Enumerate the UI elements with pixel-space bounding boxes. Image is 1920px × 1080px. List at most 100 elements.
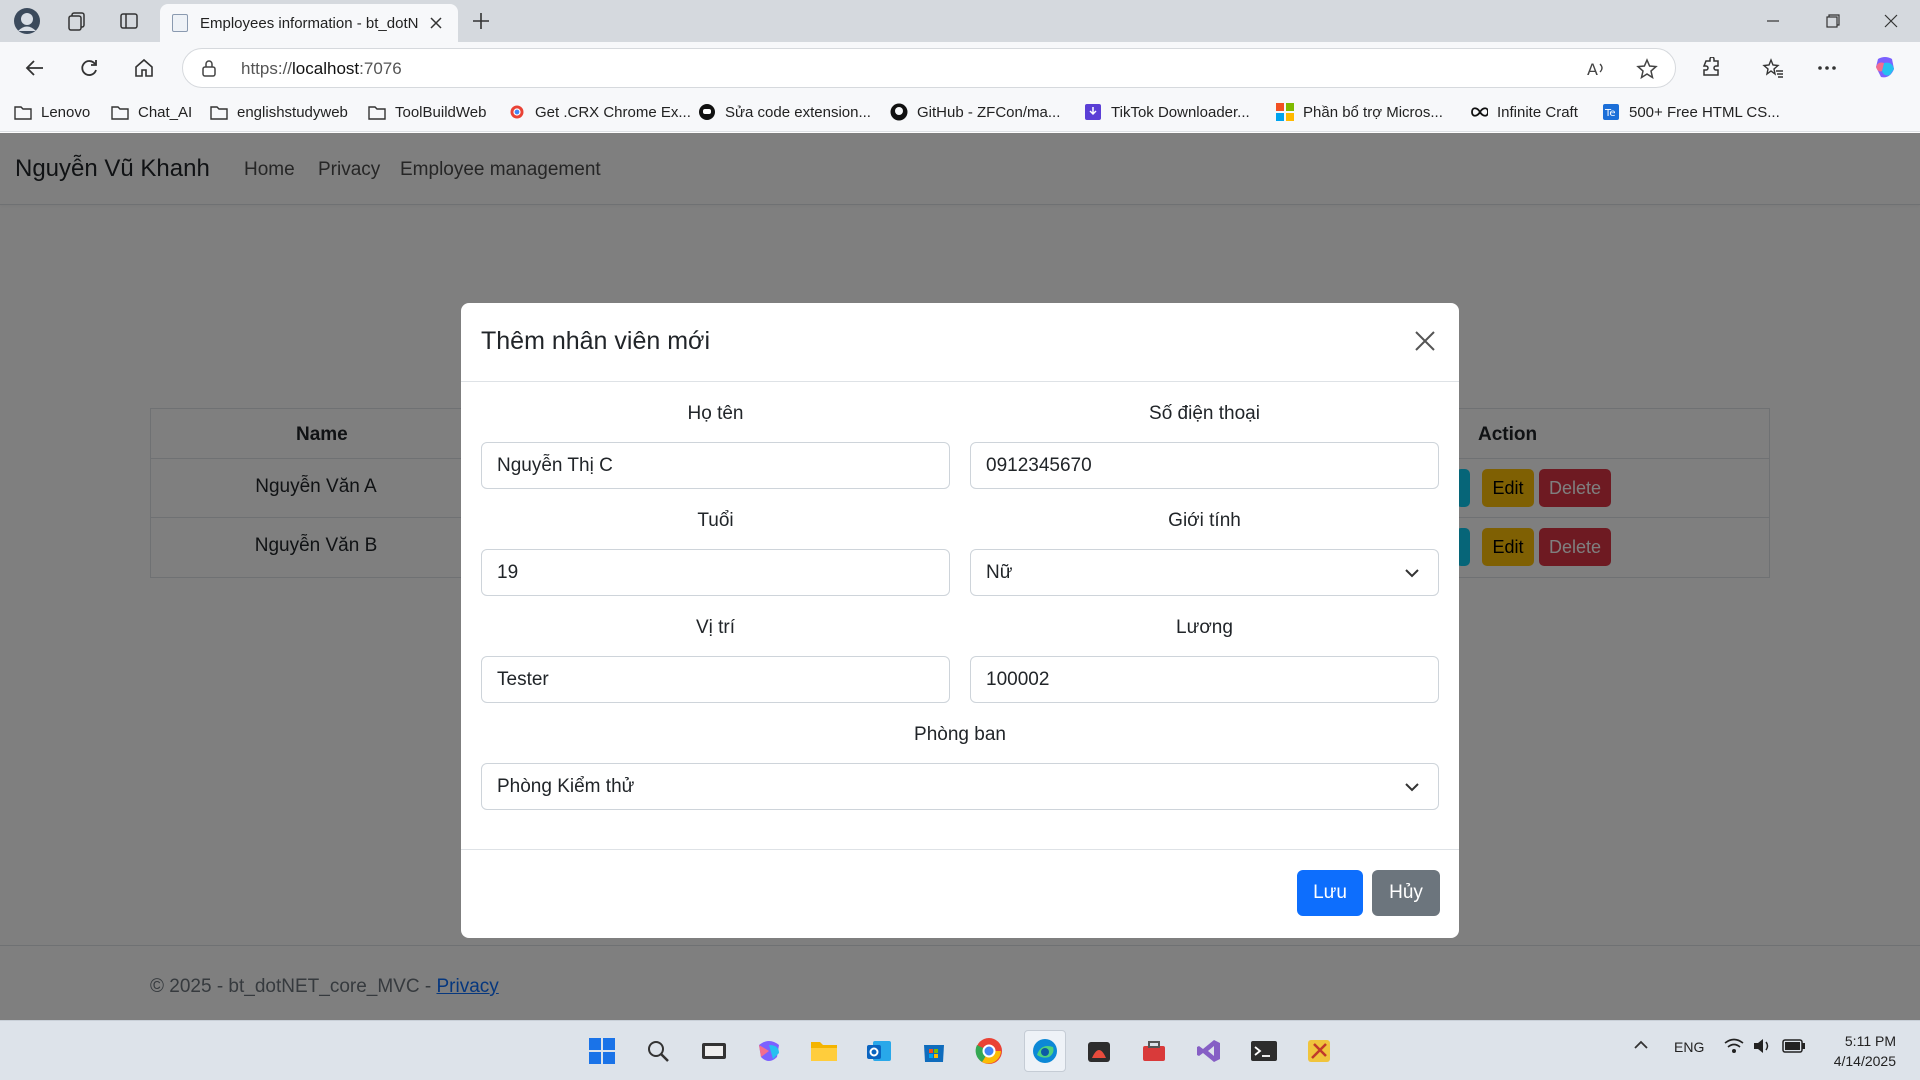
profile-avatar-icon[interactable] xyxy=(12,6,42,36)
back-icon[interactable] xyxy=(18,51,52,85)
collections-icon[interactable] xyxy=(62,6,92,36)
bookmark-label: TikTok Downloader... xyxy=(1111,103,1250,121)
bookmark-label: Chat_AI xyxy=(138,103,193,121)
department-field: Phòng ban Phòng Kiểm thử xyxy=(481,724,1439,810)
name-input[interactable]: Nguyễn Thị C xyxy=(481,442,950,489)
phone-field: Số điện thoại 0912345670 xyxy=(970,403,1439,489)
battery-icon[interactable] xyxy=(1782,1039,1806,1056)
position-label: Vị trí xyxy=(695,617,736,638)
outlook-icon[interactable] xyxy=(861,1033,897,1069)
bookmark-label: Phần bổ trợ Micros... xyxy=(1303,103,1443,121)
modal-footer: Lưu Hủy xyxy=(461,849,1459,938)
bookmark-link[interactable]: Get .CRX Chrome Ex... xyxy=(508,103,691,121)
browser-toolbar: https://localhost:7076 A xyxy=(0,42,1920,94)
bookmark-folder[interactable]: Lenovo xyxy=(14,103,90,121)
terminal-icon[interactable] xyxy=(1246,1033,1282,1069)
bookmark-label: Lenovo xyxy=(41,103,91,121)
system-clock[interactable]: 5:11 PM 4/14/2025 xyxy=(1834,1031,1896,1071)
download-icon xyxy=(1084,103,1102,121)
bookmark-folder[interactable]: ToolBuildWeb xyxy=(368,103,486,121)
tray-chevron-up-icon[interactable] xyxy=(1633,1037,1649,1056)
close-window-icon[interactable] xyxy=(1862,0,1920,42)
new-tab-icon[interactable] xyxy=(466,6,496,36)
salary-field: Lương 100002 xyxy=(970,617,1439,703)
svg-text:A: A xyxy=(1587,60,1598,78)
bookmark-link[interactable]: GitHub - ZFCon/ma... xyxy=(890,103,1060,121)
bookmark-link[interactable]: Phần bổ trợ Micros... xyxy=(1276,103,1443,121)
position-input[interactable]: Tester xyxy=(481,656,950,703)
bookmark-link[interactable]: Te 500+ Free HTML CS... xyxy=(1602,103,1780,121)
add-employee-modal: Thêm nhân viên mới Họ tên Nguyễn Thị C S… xyxy=(461,303,1459,938)
search-icon[interactable] xyxy=(640,1033,676,1069)
copilot-icon[interactable] xyxy=(1868,51,1902,85)
wifi-icon[interactable] xyxy=(1724,1038,1744,1057)
close-icon[interactable] xyxy=(1409,325,1441,357)
bookmark-label: englishstudyweb xyxy=(237,103,348,121)
chrome-app-icon[interactable] xyxy=(971,1033,1007,1069)
chevron-down-icon xyxy=(1404,779,1420,801)
language-indicator[interactable]: ENG xyxy=(1674,1039,1704,1055)
phone-input[interactable]: 0912345670 xyxy=(970,442,1439,489)
toolbox-icon[interactable] xyxy=(1136,1033,1172,1069)
bookmark-link[interactable]: Infinite Craft xyxy=(1470,103,1578,121)
start-icon[interactable] xyxy=(584,1033,620,1069)
github-icon xyxy=(890,103,908,121)
tools-app-icon[interactable] xyxy=(1301,1033,1337,1069)
folder-icon xyxy=(210,103,228,121)
department-label: Phòng ban xyxy=(914,724,1006,745)
address-bar[interactable]: https://localhost:7076 A xyxy=(182,48,1676,88)
gender-select[interactable]: Nữ xyxy=(970,549,1439,596)
visual-studio-icon[interactable] xyxy=(1191,1033,1227,1069)
copilot-app-icon[interactable] xyxy=(751,1033,787,1069)
position-field: Vị trí Tester xyxy=(481,617,950,703)
restore-icon[interactable] xyxy=(1804,0,1862,42)
bookmark-label: ToolBuildWeb xyxy=(395,103,487,121)
modal-title: Thêm nhân viên mới xyxy=(481,327,710,355)
favorite-star-icon[interactable] xyxy=(1635,57,1659,81)
web-page: Nguyễn Vũ Khanh Home Privacy Employee ma… xyxy=(0,133,1920,1020)
read-aloud-icon[interactable]: A xyxy=(1585,57,1609,81)
microsoft-icon xyxy=(1276,103,1294,121)
bookmark-folder[interactable]: Chat_AI xyxy=(111,103,192,121)
infinity-icon xyxy=(1470,103,1488,121)
home-icon[interactable] xyxy=(127,51,161,85)
more-menu-icon[interactable] xyxy=(1810,51,1844,85)
gender-field: Giới tính Nữ xyxy=(970,510,1439,596)
url-text[interactable]: https://localhost:7076 xyxy=(241,59,402,79)
robot-icon xyxy=(698,103,716,121)
favorites-icon[interactable] xyxy=(1756,51,1790,85)
gender-value: Nữ xyxy=(986,561,1013,583)
save-button[interactable]: Lưu xyxy=(1297,870,1363,916)
minimize-icon[interactable] xyxy=(1744,0,1802,42)
bookmark-link[interactable]: Sửa code extension... xyxy=(698,103,871,121)
clock-time: 5:11 PM xyxy=(1844,1033,1896,1049)
department-value: Phòng Kiểm thử xyxy=(497,775,635,797)
refresh-icon[interactable] xyxy=(72,51,106,85)
lock-icon[interactable] xyxy=(201,59,217,82)
age-label: Tuổi xyxy=(697,510,734,531)
store-icon[interactable] xyxy=(916,1033,952,1069)
file-explorer-icon[interactable] xyxy=(806,1033,842,1069)
extensions-icon[interactable] xyxy=(1694,51,1728,85)
clock-date: 4/14/2025 xyxy=(1833,1053,1896,1069)
close-tab-icon[interactable] xyxy=(426,13,446,33)
tab-actions-icon[interactable] xyxy=(114,6,144,36)
bookmarks-bar: Lenovo Chat_AI englishstudyweb ToolBuild… xyxy=(0,94,1920,132)
browser-tabbar: Employees information - bt_dotN xyxy=(0,0,1920,42)
department-select[interactable]: Phòng Kiểm thử xyxy=(481,763,1439,810)
age-input[interactable]: 19 xyxy=(481,549,950,596)
name-field: Họ tên Nguyễn Thị C xyxy=(481,403,950,489)
edge-app-icon[interactable] xyxy=(1024,1030,1066,1072)
bookmark-link[interactable]: TikTok Downloader... xyxy=(1084,103,1250,121)
browser-tab-active[interactable]: Employees information - bt_dotN xyxy=(160,4,458,42)
gender-label: Giới tính xyxy=(1168,510,1241,531)
bookmark-label: Infinite Craft xyxy=(1497,103,1578,121)
folder-icon xyxy=(111,103,129,121)
salary-input[interactable]: 100002 xyxy=(970,656,1439,703)
task-view-icon[interactable] xyxy=(696,1033,732,1069)
cancel-button[interactable]: Hủy xyxy=(1372,870,1440,916)
app-red-icon[interactable] xyxy=(1081,1033,1117,1069)
volume-icon[interactable] xyxy=(1752,1038,1772,1057)
bookmark-folder[interactable]: englishstudyweb xyxy=(210,103,348,121)
phone-label: Số điện thoại xyxy=(1149,403,1260,424)
